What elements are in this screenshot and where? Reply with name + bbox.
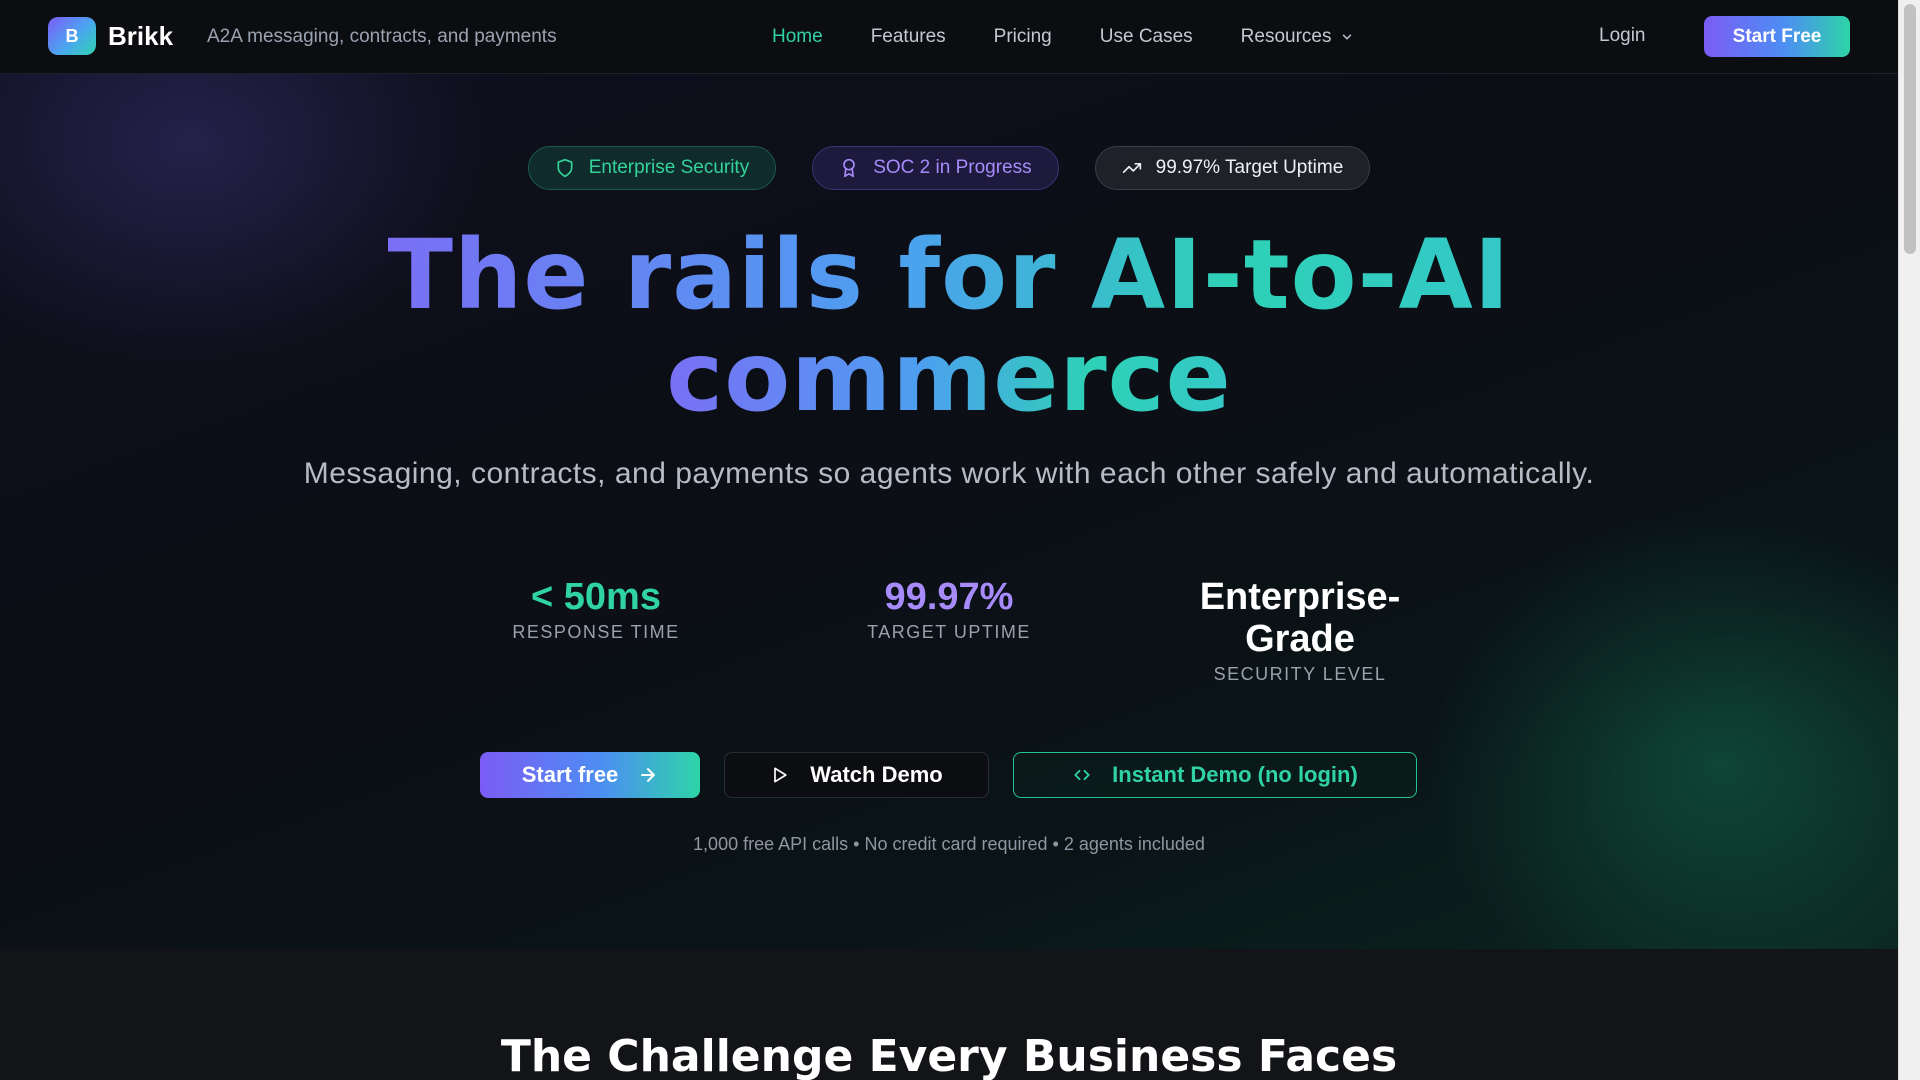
watch-demo-label: Watch Demo (810, 762, 943, 787)
nav-links: Home Features Pricing Use Cases Resource… (772, 0, 1354, 74)
hero-headline: The rails for AI-to-AI commerce (0, 224, 1898, 428)
badge-target-uptime: 99.97% Target Uptime (1094, 146, 1371, 190)
award-icon (843, 158, 856, 178)
page-scrollbar[interactable] (1898, 0, 1920, 1080)
hero-fine-print: 1,000 free API calls • No credit card re… (693, 834, 1205, 854)
challenge-heading: The Challenge Every Business Faces (500, 1031, 1398, 1080)
scrollbar-thumb[interactable] (1904, 4, 1916, 254)
shield-icon (557, 158, 573, 178)
headline-line-2: commerce (666, 321, 1232, 433)
stat-response-time: < 50ms RESPONSE TIME (456, 576, 736, 643)
login-link[interactable]: Login (1599, 25, 1646, 47)
viewport: B Brikk A2A messaging, contracts, and pa… (0, 0, 1898, 1080)
badge-label: Enterprise Security (588, 157, 750, 178)
badge-label: SOC 2 in Progress (873, 157, 1032, 178)
code-icon (1074, 769, 1090, 781)
instant-demo-button[interactable]: Instant Demo (no login) (1013, 752, 1417, 798)
trust-badges: Enterprise Security SOC 2 in Progress 99… (0, 146, 1898, 190)
hero-stats: < 50ms RESPONSE TIME 99.97% TARGET UPTIM… (0, 576, 1898, 706)
badge-soc2: SOC 2 in Progress (812, 146, 1059, 190)
badge-enterprise-security: Enterprise Security (527, 146, 777, 190)
play-icon (774, 767, 787, 783)
start-free-nav-button[interactable]: Start Free (1704, 16, 1850, 57)
arrow-right-icon (641, 768, 656, 782)
trending-up-icon (1122, 163, 1141, 173)
stat-value: < 50ms (531, 576, 661, 618)
nav-link-use-cases[interactable]: Use Cases (1100, 26, 1193, 48)
nav-link-pricing[interactable]: Pricing (994, 26, 1052, 48)
top-nav: B Brikk A2A messaging, contracts, and pa… (0, 0, 1898, 74)
stat-security-level: Enterprise-Grade SECURITY LEVEL (1160, 576, 1440, 685)
stat-label: TARGET UPTIME (867, 622, 1031, 642)
stat-label: RESPONSE TIME (512, 622, 680, 642)
stat-label: SECURITY LEVEL (1213, 664, 1387, 684)
brand-tagline: A2A messaging, contracts, and payments (207, 26, 557, 47)
brand-logo[interactable]: B (48, 17, 96, 55)
nav-link-home[interactable]: Home (772, 26, 823, 48)
nav-link-resources[interactable]: Resources (1241, 26, 1354, 48)
start-free-button[interactable]: Start free (480, 752, 700, 798)
hero-section: Enterprise Security SOC 2 in Progress 99… (0, 74, 1898, 949)
hero-subhead: Messaging, contracts, and payments so ag… (303, 457, 1595, 490)
nav-link-resources-label: Resources (1240, 26, 1332, 47)
watch-demo-button[interactable]: Watch Demo (724, 752, 989, 798)
badge-label: 99.97% Target Uptime (1155, 157, 1344, 178)
stat-target-uptime: 99.97% TARGET UPTIME (809, 576, 1089, 643)
headline-line-1: The rails for AI-to-AI (387, 219, 1511, 331)
nav-link-features[interactable]: Features (871, 26, 946, 48)
chevron-down-icon (1342, 34, 1351, 40)
hero-cta-group: Start free Watch Demo Instant Demo (no l… (0, 752, 1898, 798)
stat-value: 99.97% (884, 576, 1014, 618)
page: B Brikk A2A messaging, contracts, and pa… (0, 0, 1920, 1080)
brand-name[interactable]: Brikk (108, 20, 173, 52)
instant-demo-label: Instant Demo (no login) (1112, 762, 1358, 787)
start-free-label: Start free (521, 762, 619, 787)
stat-value: Enterprise-Grade (1199, 576, 1401, 660)
challenge-section: The Challenge Every Business Faces (0, 949, 1898, 1080)
